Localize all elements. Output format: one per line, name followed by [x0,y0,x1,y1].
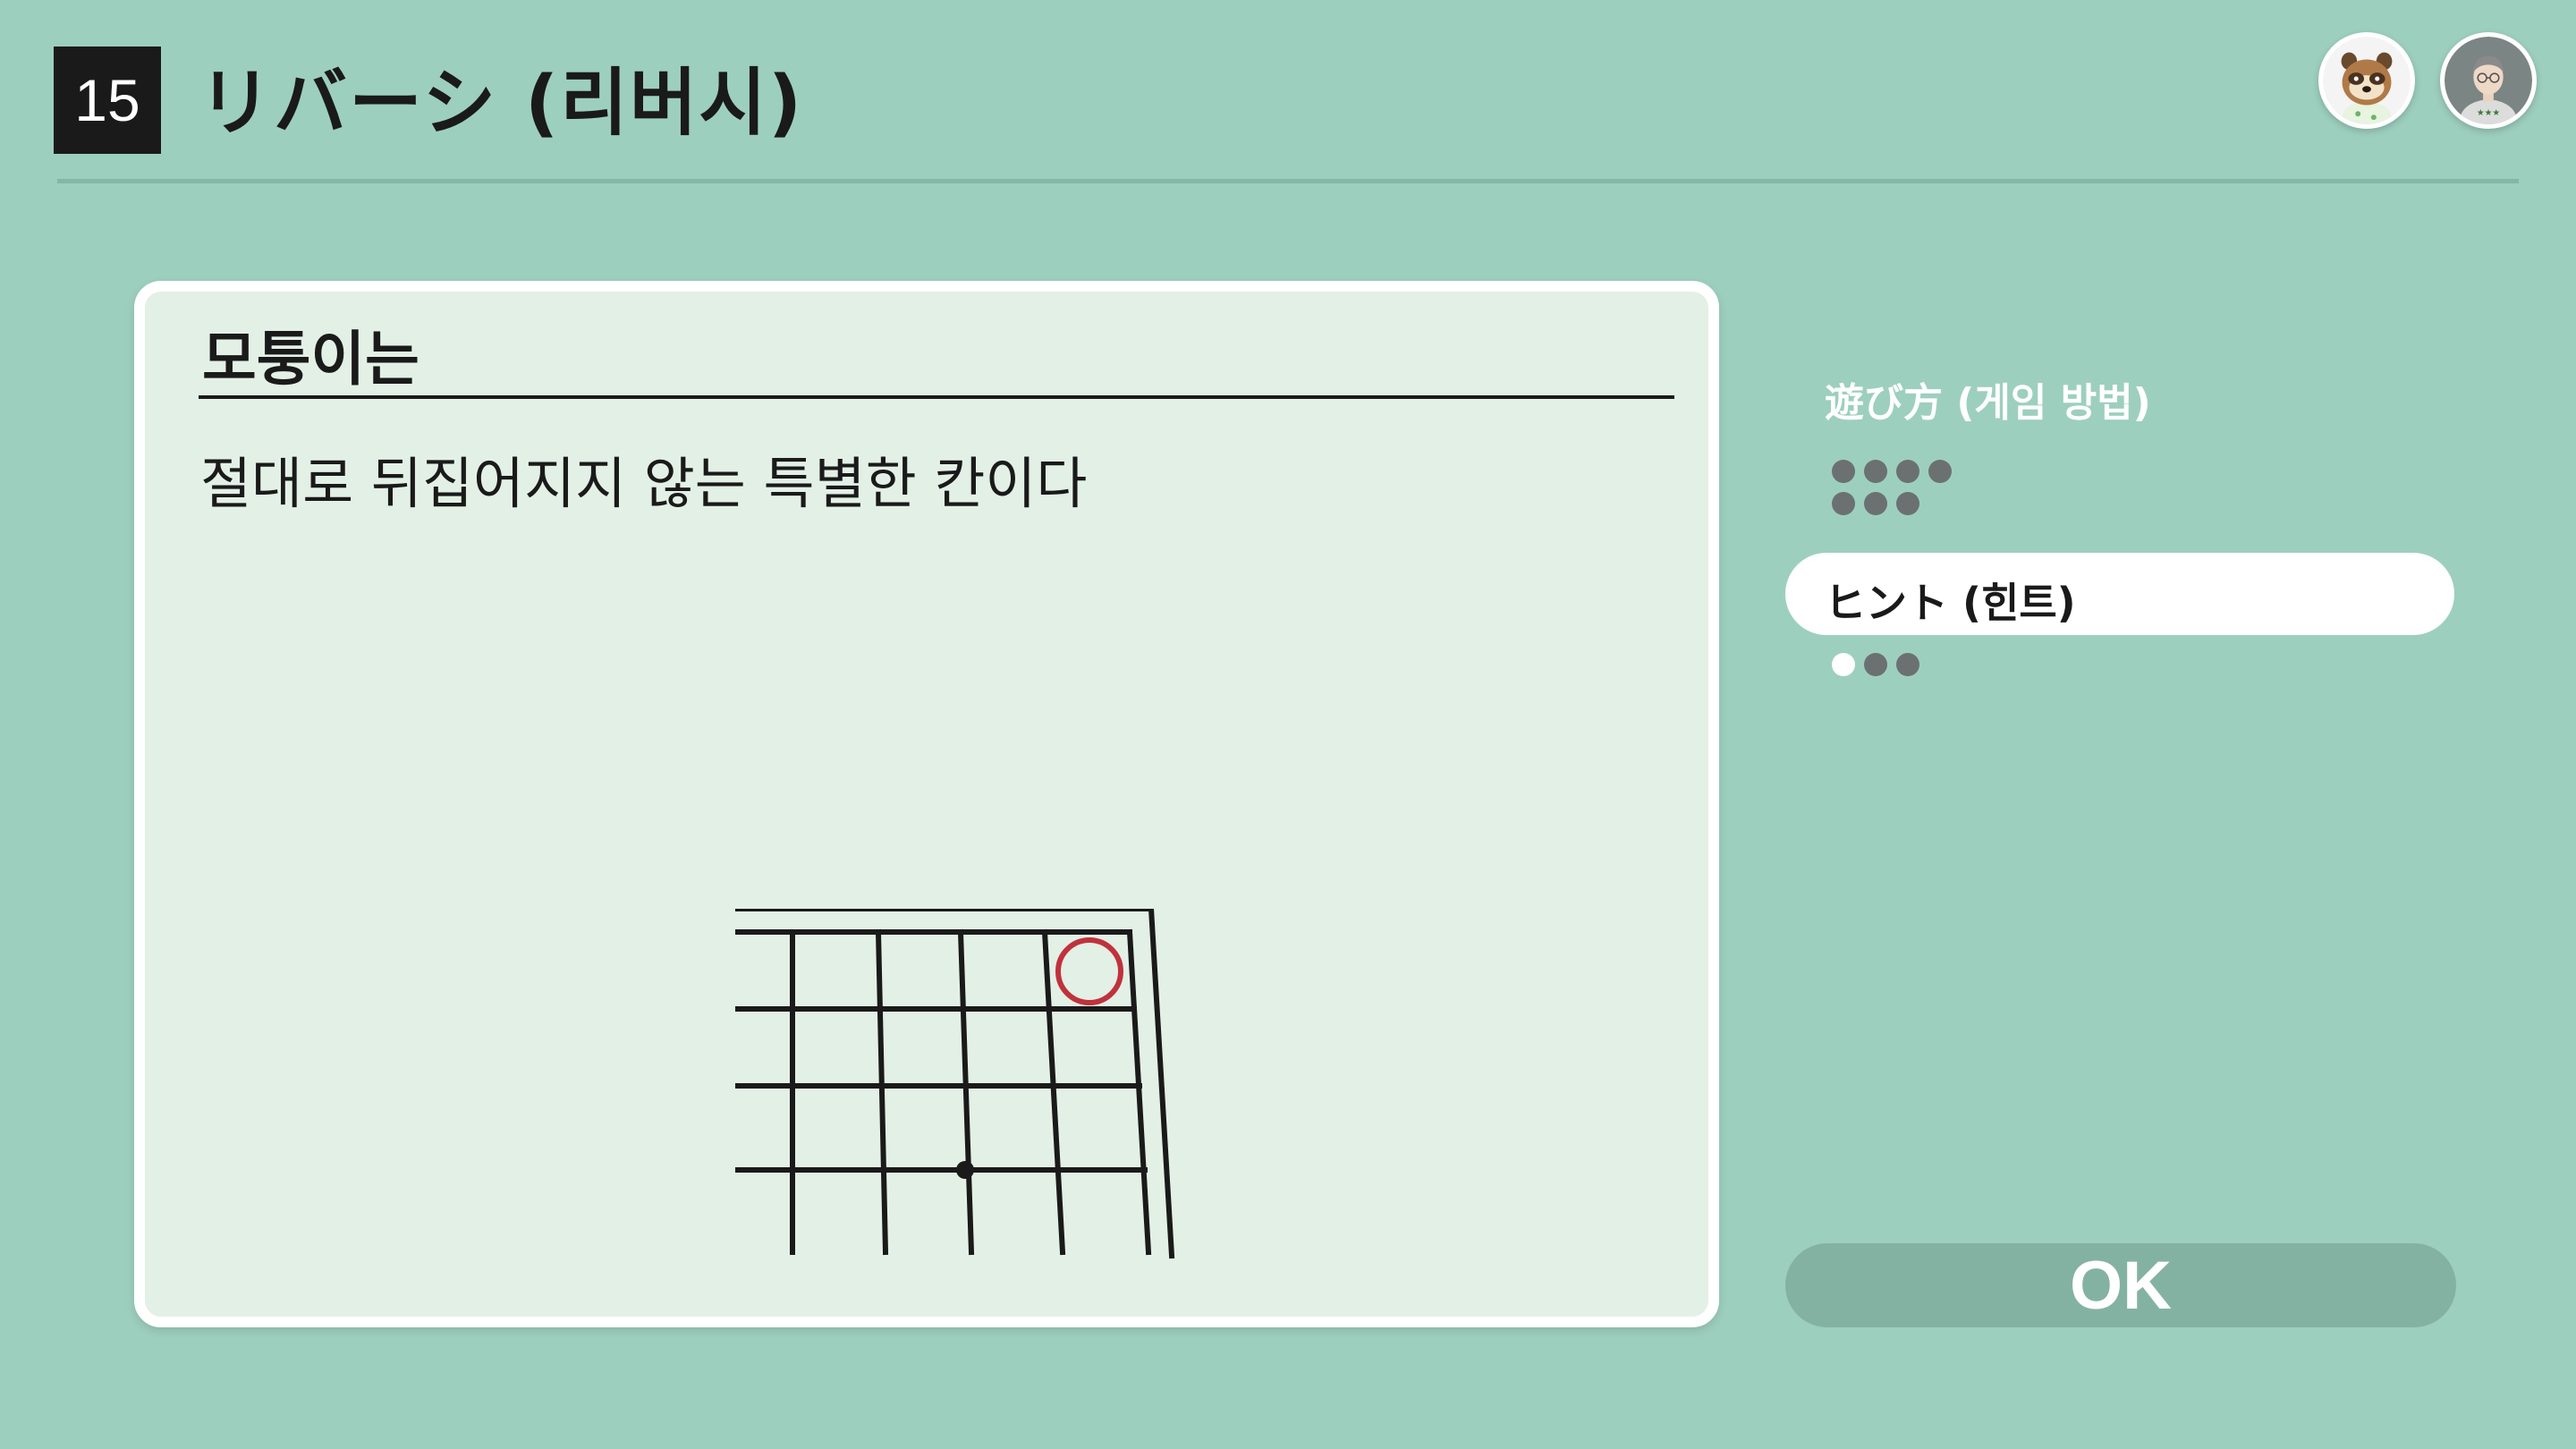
corner-highlight-circle [1055,937,1123,1005]
svg-text:★★★: ★★★ [2477,108,2501,118]
raccoon-character-avatar-icon[interactable] [2318,32,2415,129]
page-dot [1832,460,1855,483]
ok-button[interactable]: OK [1785,1243,2456,1327]
page-dot [1864,460,1887,483]
nav-item-hint-label: ヒント (힌트) [1825,579,2076,627]
page-dot [1864,492,1887,515]
nav-item-how-to-play[interactable]: 遊び方 (게임 방법) [1825,370,2151,428]
hint-page-dots [1832,653,1975,676]
game-title: リバーシ (리버시) [199,61,804,146]
board-corner-illustration [733,905,1361,1284]
page-dot [1928,460,1952,483]
nav-item-hint[interactable]: ヒント (힌트) [1785,553,2454,635]
header: 15 リバーシ (리버시) ★★★ [0,0,2576,188]
page-dot [1896,492,1919,515]
how-to-play-page-dots [1832,460,1975,515]
page-dot [1896,653,1919,676]
star-point-dot [956,1161,974,1179]
page-dot [1832,492,1855,515]
hint-title: 모퉁이는 [202,325,419,394]
hint-text: 절대로 뒤집어지지 않는 특별한 칸이다 [200,451,1088,516]
hint-card: 모퉁이는 절대로 뒤집어지지 않는 특별한 칸이다 [134,281,1719,1327]
page-dot [1896,460,1919,483]
person-avatar-icon[interactable]: ★★★ [2440,32,2537,129]
header-divider [57,179,2519,183]
game-number-badge: 15 [54,47,161,154]
hint-title-divider [199,395,1674,399]
page-dot-current [1832,653,1855,676]
page-dot [1864,653,1887,676]
